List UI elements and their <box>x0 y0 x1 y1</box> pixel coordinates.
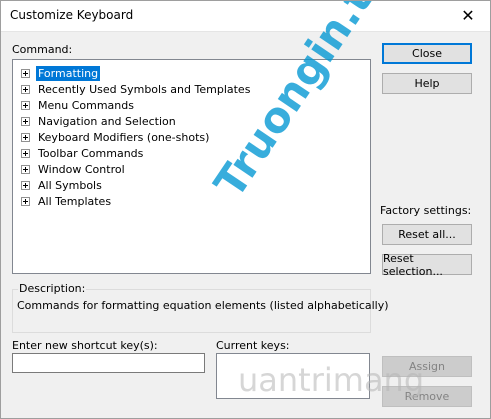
tree-item-label: Window Control <box>38 162 125 176</box>
tree-item-formatting[interactable]: Formatting <box>21 65 101 81</box>
reset-selection-button[interactable]: Reset selection... <box>382 252 472 278</box>
expand-plus-icon[interactable] <box>21 180 30 190</box>
tree-item-label: Formatting <box>36 65 101 81</box>
expand-plus-icon[interactable] <box>21 84 30 94</box>
tree-item-label: Navigation and Selection <box>38 114 176 128</box>
shortcut-input[interactable] <box>12 353 205 373</box>
expand-plus-icon[interactable] <box>21 148 30 158</box>
reset-all-button[interactable]: Reset all... <box>382 224 472 245</box>
tree-item-all-templates[interactable]: All Templates <box>21 193 113 209</box>
factory-settings-label: Factory settings: <box>380 204 472 217</box>
close-window-icon[interactable]: ✕ <box>445 0 491 31</box>
tree-item-label: Keyboard Modifiers (one-shots) <box>38 130 210 144</box>
close-button[interactable]: Close <box>382 43 472 64</box>
tree-item-window-control[interactable]: Window Control <box>21 161 127 177</box>
command-label: Command: <box>12 43 73 56</box>
tree-item-label: Menu Commands <box>38 98 134 112</box>
expand-plus-icon[interactable] <box>21 116 30 126</box>
expand-plus-icon[interactable] <box>21 164 30 174</box>
expand-plus-icon[interactable] <box>21 100 30 110</box>
tree-item-label: Recently Used Symbols and Templates <box>38 82 251 96</box>
description-text: Commands for formatting equation element… <box>17 299 389 312</box>
tree-item-recently-used[interactable]: Recently Used Symbols and Templates <box>21 81 252 97</box>
shortcut-label: Enter new shortcut key(s): <box>12 339 158 352</box>
tree-item-menu-commands[interactable]: Menu Commands <box>21 97 136 113</box>
tree-item-toolbar-commands[interactable]: Toolbar Commands <box>21 145 145 161</box>
watermark-logo-2: uantrimang <box>238 361 425 399</box>
current-keys-label: Current keys: <box>216 339 290 352</box>
tree-item-label: All Templates <box>38 194 112 208</box>
expand-plus-icon[interactable] <box>21 132 30 142</box>
expand-plus-icon[interactable] <box>21 196 30 206</box>
tree-item-all-symbols[interactable]: All Symbols <box>21 177 104 193</box>
title-bar: Customize Keyboard ✕ <box>0 0 491 32</box>
expand-plus-icon[interactable] <box>21 68 30 78</box>
tree-item-keyboard-modifiers[interactable]: Keyboard Modifiers (one-shots) <box>21 129 211 145</box>
tree-item-label: All Symbols <box>38 178 102 192</box>
tree-item-navigation[interactable]: Navigation and Selection <box>21 113 178 129</box>
description-legend: Description: <box>18 282 87 295</box>
help-button[interactable]: Help <box>382 73 472 94</box>
tree-item-label: Toolbar Commands <box>38 146 144 160</box>
window-title: Customize Keyboard <box>10 8 134 22</box>
